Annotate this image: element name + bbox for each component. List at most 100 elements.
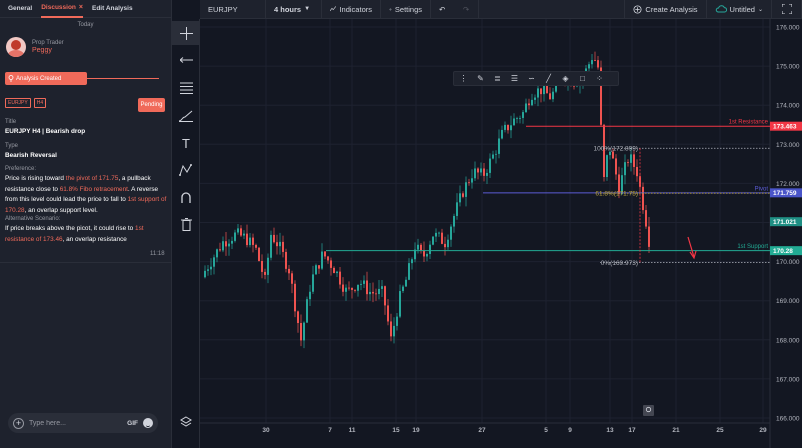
- candle-body: [213, 257, 215, 267]
- symbol-search-button[interactable]: EURJPY: [200, 0, 266, 19]
- time-tick-label: 29: [759, 427, 767, 434]
- tab-edit-analysis[interactable]: Edit Analysis: [92, 0, 133, 18]
- pivot-line-label: Pivot: [755, 186, 769, 192]
- candle-body: [396, 316, 398, 326]
- price-axis[interactable]: [770, 19, 802, 448]
- horizontal-lines-tool[interactable]: [172, 76, 200, 100]
- indicators-button[interactable]: Indicators: [322, 0, 381, 19]
- message-input[interactable]: [29, 419, 123, 427]
- candle-body: [447, 239, 449, 248]
- pencil-icon[interactable]: ✎: [474, 74, 487, 83]
- trash-tool[interactable]: [172, 212, 200, 236]
- candle-body: [297, 311, 299, 324]
- candle-body: [243, 233, 245, 236]
- object-tree-tool[interactable]: [172, 410, 200, 434]
- settings-icon[interactable]: □: [576, 74, 589, 83]
- body-text: , an overlap resistance: [62, 235, 127, 243]
- gif-button[interactable]: GIF: [127, 420, 138, 427]
- text-icon: T: [182, 135, 190, 151]
- crosshair-tool[interactable]: [172, 21, 200, 45]
- interval-dropdown[interactable]: 4 hours ▼: [266, 0, 322, 19]
- candle-body: [246, 233, 248, 246]
- create-analysis-label: Create Analysis: [645, 4, 698, 14]
- more-icon[interactable]: ⁘: [593, 74, 606, 83]
- fullscreen-button[interactable]: [772, 0, 802, 19]
- candle-body: [492, 154, 494, 159]
- layout-dropdown[interactable]: Untitled ⌄: [707, 0, 772, 19]
- candle-body: [345, 287, 347, 292]
- tab-discussion[interactable]: Discussion ×: [41, 0, 83, 18]
- gear-icon: [389, 7, 392, 11]
- cloud-icon: [715, 5, 727, 13]
- pattern-tool[interactable]: [172, 158, 200, 182]
- fill-icon[interactable]: ◈: [559, 74, 572, 83]
- analysis-created-banner: Analysis Created: [5, 72, 87, 85]
- candle-body: [402, 286, 404, 292]
- app-window: General Discussion × Edit Analysis Today …: [0, 0, 802, 448]
- candle-body: [498, 138, 500, 154]
- settings-button[interactable]: Settings: [381, 0, 431, 19]
- tab-discussion-label: Discussion: [41, 4, 76, 11]
- text-tool[interactable]: T: [172, 131, 200, 155]
- thickness-icon[interactable]: ╱: [542, 74, 555, 83]
- line-style-icon[interactable]: ∽: [525, 74, 538, 83]
- body-text: Price is rising toward: [5, 175, 66, 182]
- status-badge[interactable]: Pending: [138, 98, 165, 112]
- magnet-tool[interactable]: [172, 185, 200, 209]
- time-tick-label: 7: [328, 427, 332, 434]
- crosshair-icon: [179, 26, 193, 40]
- candle-body: [219, 249, 221, 251]
- brush-tool[interactable]: [172, 104, 200, 128]
- author-role: Prop Trader: [32, 40, 64, 46]
- candle-body: [207, 269, 209, 271]
- candle-body: [516, 118, 518, 120]
- redo-button[interactable]: ↷: [455, 0, 479, 19]
- candle-body: [282, 241, 284, 252]
- tab-edit-analysis-label: Edit Analysis: [92, 5, 133, 12]
- candle-body: [462, 193, 464, 197]
- price-tick-label: 175.000: [776, 64, 800, 71]
- undo-button[interactable]: ↶: [431, 0, 455, 19]
- emoji-icon[interactable]: [143, 418, 153, 428]
- candle-body: [504, 124, 506, 130]
- candle-body: [375, 293, 377, 295]
- chart-toolbar: EURJPY 4 hours ▼ Indicators Settings ↶ ↷ …: [200, 0, 802, 19]
- candle-body: [528, 103, 530, 106]
- candle-body: [234, 232, 236, 241]
- price-chart[interactable]: 176.000 175.000 174.000 173.000 172.000 171.0…: [200, 19, 802, 448]
- time-tick-label: 5: [544, 427, 548, 434]
- candle-body: [501, 129, 503, 139]
- candle-body: [300, 323, 302, 341]
- author-name[interactable]: Peggy: [32, 47, 64, 54]
- lightbulb-icon[interactable]: [643, 405, 654, 416]
- last-price-label: 171.021: [773, 219, 797, 226]
- candle-body: [258, 247, 260, 261]
- tab-general[interactable]: General: [8, 0, 32, 18]
- template-icon[interactable]: ☰: [508, 74, 521, 83]
- time-tick-label: 30: [262, 427, 270, 434]
- candle-body: [369, 291, 371, 295]
- interval-label: 4 hours: [274, 4, 302, 14]
- time-tick-label: 21: [672, 427, 680, 434]
- candle-body: [330, 260, 332, 268]
- align-icon[interactable]: ≣: [491, 74, 504, 83]
- highlight-text: the pivot of 171.75: [65, 175, 119, 182]
- candle-body: [354, 289, 356, 291]
- avatar[interactable]: [6, 37, 26, 57]
- candle-body: [408, 263, 410, 280]
- candle-body: [588, 64, 590, 69]
- candle-body: [474, 168, 476, 179]
- candle-body: [222, 241, 224, 251]
- price-tick-label: 169.000: [776, 298, 800, 305]
- candle-body: [435, 232, 437, 237]
- trend-line-tool[interactable]: [172, 48, 200, 72]
- drag-handle-icon[interactable]: ⋮: [457, 74, 470, 83]
- close-icon[interactable]: ×: [79, 4, 83, 11]
- candle-body: [351, 287, 353, 290]
- add-attachment-icon[interactable]: +: [13, 417, 24, 429]
- candle-body: [633, 154, 635, 167]
- indicators-label: Indicators: [339, 4, 372, 14]
- candle-body: [240, 228, 242, 236]
- candle-body: [252, 237, 254, 245]
- create-analysis-button[interactable]: Create Analysis: [624, 0, 707, 19]
